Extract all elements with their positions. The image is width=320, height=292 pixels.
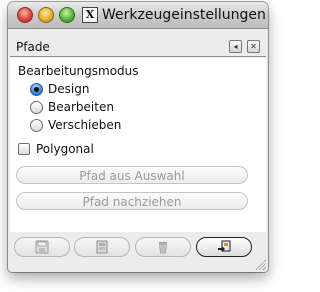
title-bar[interactable]: X Werkzeugeinstellungen — [8, 2, 268, 29]
panel-header: Pfade ◂ ✕ — [10, 38, 266, 57]
radio-button[interactable] — [30, 119, 43, 132]
save-options-button[interactable] — [14, 237, 70, 257]
path-from-selection-button[interactable]: Pfad aus Auswahl — [16, 166, 248, 184]
stroke-path-button[interactable]: Pfad nachziehen — [16, 192, 248, 210]
bottom-toolbar — [10, 234, 266, 260]
polygonal-checkbox[interactable] — [18, 143, 30, 155]
tool-options-window: X Werkzeugeinstellungen Pfade ◂ ✕ Bearbe… — [8, 2, 268, 272]
trash-icon — [159, 242, 167, 254]
save-icon — [35, 240, 49, 254]
radio-label[interactable]: Design — [48, 82, 89, 97]
restore-icon — [96, 240, 108, 254]
x11-app-icon: X — [82, 7, 98, 23]
tool-options-panel: Bearbeitungsmodus Design Bearbeiten Vers… — [10, 58, 266, 232]
radio-label[interactable]: Verschieben — [48, 118, 121, 133]
restore-options-button[interactable] — [74, 237, 130, 257]
radio-button[interactable] — [30, 101, 43, 114]
resize-grip[interactable] — [254, 258, 266, 270]
edit-mode-label: Bearbeitungsmodus — [18, 64, 139, 78]
delete-options-button[interactable] — [135, 237, 191, 257]
reset-icon — [218, 240, 231, 252]
panel-menu-button[interactable]: ◂ — [229, 40, 242, 53]
minimize-window-button[interactable] — [38, 7, 54, 23]
polygonal-label[interactable]: Polygonal — [36, 142, 94, 157]
reset-options-button[interactable] — [196, 237, 252, 257]
radio-label[interactable]: Bearbeiten — [48, 100, 114, 115]
window-title: Werkzeugeinstellungen — [102, 7, 266, 23]
panel-close-button[interactable]: ✕ — [247, 40, 260, 53]
radio-button[interactable] — [30, 83, 43, 96]
panel-title: Pfade — [16, 40, 50, 54]
zoom-window-button[interactable] — [59, 7, 75, 23]
close-window-button[interactable] — [17, 7, 33, 23]
